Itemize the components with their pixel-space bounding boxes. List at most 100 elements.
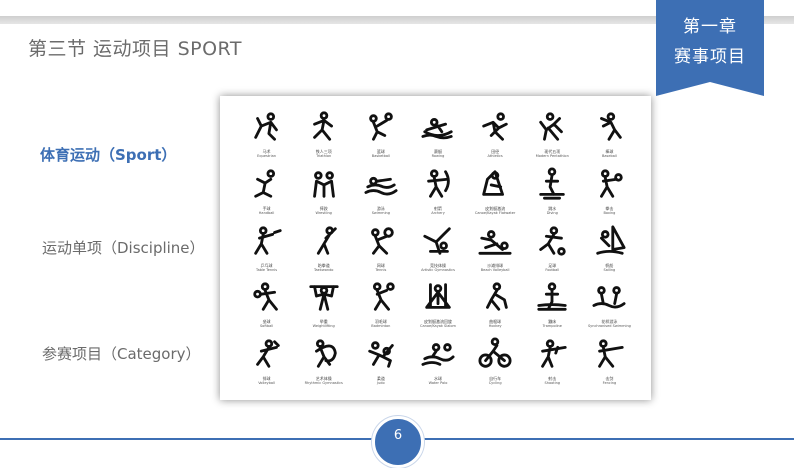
pictogram-label-en: Athletics — [487, 154, 503, 158]
nav-item-sport[interactable]: 体育运动（Sport） — [40, 144, 176, 165]
pictogram-item: 射箭 Archery — [409, 167, 466, 224]
softball-icon — [250, 280, 284, 318]
rhythmic-gymnastics-icon — [307, 337, 341, 375]
table-tennis-icon — [250, 224, 284, 262]
fencing-icon — [592, 337, 626, 375]
weightlifting-icon — [307, 280, 341, 318]
pictogram-label-en: Weightlifting — [312, 324, 335, 329]
handball-icon — [250, 167, 284, 205]
pictogram-label-en: Beach Volleyball — [480, 267, 510, 272]
page-number: 6 — [393, 428, 403, 443]
pictogram-label-en: Trampoline — [542, 324, 562, 329]
pictogram-label-en: Canoe/Kayak Slalom — [420, 324, 456, 329]
chapter-title: 赛事项目 — [674, 47, 746, 67]
pictogram-item: 水球 Water Polo — [409, 337, 466, 394]
pictogram-item: 艺术体操 Rhythmic Gymnastics — [295, 337, 352, 394]
pictogram-label-en: Softball — [259, 324, 274, 329]
equestrian-icon — [250, 110, 284, 148]
cycling-icon — [478, 337, 512, 375]
pictogram-label-en: Fencing — [602, 381, 617, 386]
pictogram-item: 皮划艇激流 Canoe/Kayak Flatwater — [467, 167, 524, 224]
pictogram-label-en: Artistic Gymnastics — [421, 267, 455, 272]
pictogram-label-en: Swimming — [371, 210, 390, 215]
pictogram-label-en: Sailing — [603, 267, 616, 272]
pictogram-label-en: Shooting — [544, 381, 561, 386]
nav-item-category[interactable]: 参赛项目（Category） — [42, 343, 201, 364]
pictogram-item: 排球 Volleyball — [238, 337, 295, 394]
pictogram-label-en: Hockey — [488, 324, 502, 329]
pictogram-item: 田径 Athletics — [467, 110, 524, 167]
pictogram-item: 摔跤 Wrestling — [295, 167, 352, 224]
hockey-icon — [478, 280, 512, 318]
badminton-icon — [364, 280, 398, 318]
swimming-icon — [364, 167, 398, 205]
taekwondo-icon — [307, 224, 341, 262]
nav-item-discipline[interactable]: 运动单项（Discipline） — [42, 237, 205, 258]
section-title: 第三节 运动项目 SPORT — [28, 38, 242, 60]
pictogram-item: 现代五项 Modern Pentathlon — [524, 110, 581, 167]
pictogram-item: 棒球 Baseball — [581, 110, 638, 167]
gymnastics-icon — [421, 224, 455, 262]
pictogram-label-en: Water Polo — [428, 381, 448, 386]
pictogram-item: 马术 Equestrian — [238, 110, 295, 167]
trampoline-icon — [535, 280, 569, 318]
pictogram-label-en: Rhythmic Gymnastics — [304, 381, 343, 386]
diving-icon — [535, 167, 569, 205]
pictogram-item: 足球 Football — [524, 224, 581, 281]
pictogram-label-en: Badminton — [371, 324, 391, 329]
archery-icon — [421, 167, 455, 205]
pictogram-item: 花样游泳 Synchronised Swimming — [581, 280, 638, 337]
modern-pentathlon-icon — [535, 110, 569, 148]
pictogram-item: 拳击 Boxing — [581, 167, 638, 224]
pictogram-label-en: Archery — [431, 210, 445, 215]
pictogram-item: 自行车 Cycling — [467, 337, 524, 394]
pictogram-item: 游泳 Swimming — [352, 167, 409, 224]
pictogram-item: 垒球 Softball — [238, 280, 295, 337]
pictogram-label-en: Equestrian — [257, 154, 276, 158]
pictogram-label-en: Modern Pentathlon — [535, 154, 569, 158]
football-icon — [535, 224, 569, 262]
pictogram-label-en: Triathlon — [316, 154, 332, 158]
boxing-icon — [592, 167, 626, 205]
pictogram-label-en: Canoe/Kayak Flatwater — [474, 210, 516, 215]
sailing-icon — [592, 224, 626, 262]
pictogram-label-en: Baseball — [601, 154, 617, 158]
pictogram-item: 竞技体操 Artistic Gymnastics — [409, 224, 466, 281]
page-number-badge: 6 — [372, 416, 424, 468]
pictogram-label-en: Handball — [258, 210, 275, 215]
chapter-banner: 第一章 赛事项目 — [656, 0, 764, 96]
pictogram-label-en: Taekwondo — [313, 267, 334, 272]
volleyball-icon — [250, 337, 284, 375]
pictogram-item: 柔道 Judo — [352, 337, 409, 394]
pictogram-label-en: Synchronised Swimming — [587, 324, 631, 329]
pictogram-label-en: Diving — [546, 210, 558, 215]
pictogram-item: 乒乓球 Table Tennis — [238, 224, 295, 281]
pictogram-item: 羽毛球 Badminton — [352, 280, 409, 337]
rowing-icon — [421, 110, 455, 148]
pictogram-item: 皮划艇激流回旋 Canoe/Kayak Slalom — [409, 280, 466, 337]
canoe-slalom-icon — [478, 167, 512, 205]
pictogram-item: 沙滩排球 Beach Volleyball — [467, 224, 524, 281]
pictogram-item: 曲棍球 Hockey — [467, 280, 524, 337]
pictogram-label-en: Tennis — [375, 267, 387, 272]
chapter-number: 第一章 — [683, 17, 737, 37]
basketball-icon — [364, 110, 398, 148]
pictogram-item: 射击 Shooting — [524, 337, 581, 394]
pictogram-item: 网球 Tennis — [352, 224, 409, 281]
pictogram-item: 帆船 Sailing — [581, 224, 638, 281]
judo-icon — [364, 337, 398, 375]
pictogram-item: 举重 Weightlifting — [295, 280, 352, 337]
pictogram-label-en: Judo — [377, 381, 385, 386]
pictogram-item: 蹦床 Trampoline — [524, 280, 581, 337]
pictogram-item: 铁人三项 Triathlon — [295, 110, 352, 167]
pictogram-grid: 马术 Equestrian 铁人三项 Triathlon 篮球 Basketball 赛艇 R… — [238, 110, 638, 394]
pictogram-label-en: Football — [545, 267, 560, 272]
pictogram-label-en: Volleyball — [258, 381, 275, 386]
beach-volleyball-icon — [478, 224, 512, 262]
pictogram-sheet: 马术 Equestrian 铁人三项 Triathlon 篮球 Basketball 赛艇 R… — [220, 96, 651, 400]
pictogram-item: 篮球 Basketball — [352, 110, 409, 167]
pictogram-item: 跆拳道 Taekwondo — [295, 224, 352, 281]
baseball-icon — [592, 110, 626, 148]
canoe-kayak-slalom-icon — [421, 280, 455, 318]
pictogram-label-en: Basketball — [371, 154, 390, 158]
